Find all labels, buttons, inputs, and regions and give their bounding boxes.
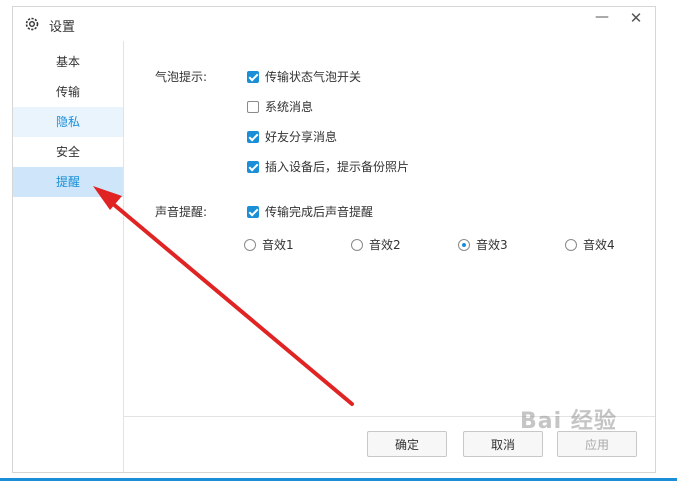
ok-button[interactable]: 确定: [367, 431, 447, 457]
checkbox-icon: [247, 100, 259, 113]
checkbox-icon: [247, 70, 259, 83]
bubble-transfer-status-checkbox[interactable]: 传输状态气泡开关: [247, 68, 361, 85]
radio-icon: [458, 238, 470, 251]
radio-label: 音效1: [262, 238, 294, 252]
radio-icon: [351, 238, 363, 251]
checkbox-label: 好友分享消息: [265, 130, 338, 144]
settings-sidebar: 基本 传输 隐私 安全 提醒: [13, 41, 124, 472]
sound-section-label: 声音提醒:: [155, 205, 208, 219]
radio-label: 音效4: [583, 238, 615, 252]
checkbox-label: 传输完成后声音提醒: [265, 205, 374, 219]
sidebar-item-transfer[interactable]: 传输: [13, 77, 123, 107]
sound-effect-4-radio[interactable]: 音效4: [565, 236, 615, 253]
sound-effect-2-radio[interactable]: 音效2: [351, 236, 401, 253]
checkbox-label: 插入设备后，提示备份照片: [265, 160, 410, 174]
sidebar-item-privacy[interactable]: 隐私: [13, 107, 123, 137]
close-button[interactable]: ✕: [621, 9, 651, 31]
settings-content: 气泡提示: 传输状态气泡开关 系统消息 好友分享消息 插入设备后，提示备份照片 …: [124, 41, 655, 418]
bubble-section-label: 气泡提示:: [155, 70, 208, 84]
radio-label: 音效3: [476, 238, 508, 252]
sound-effect-1-radio[interactable]: 音效1: [244, 236, 294, 253]
checkbox-label: 传输状态气泡开关: [265, 70, 362, 84]
gear-icon: [25, 17, 39, 31]
radio-icon: [565, 238, 577, 251]
title-bar: 设置 — ✕: [13, 7, 655, 41]
checkbox-icon: [247, 130, 259, 143]
checkbox-label: 系统消息: [265, 100, 314, 114]
radio-label: 音效2: [369, 238, 401, 252]
sidebar-item-security[interactable]: 安全: [13, 137, 123, 167]
bubble-backup-photos-checkbox[interactable]: 插入设备后，提示备份照片: [247, 158, 409, 175]
watermark: Bai 经验: [520, 409, 617, 434]
close-icon: ✕: [629, 9, 643, 27]
sidebar-item-reminder[interactable]: 提醒: [13, 167, 123, 197]
sound-transfer-complete-checkbox[interactable]: 传输完成后声音提醒: [247, 203, 373, 220]
sidebar-item-basic[interactable]: 基本: [13, 47, 123, 77]
radio-icon: [244, 238, 256, 251]
sound-effect-3-radio[interactable]: 音效3: [458, 236, 508, 253]
window-title: 设置: [49, 20, 76, 35]
minimize-button[interactable]: —: [587, 9, 617, 31]
checkbox-icon: [247, 160, 259, 173]
bubble-friend-share-checkbox[interactable]: 好友分享消息: [247, 128, 337, 145]
bubble-system-message-checkbox[interactable]: 系统消息: [247, 98, 313, 115]
minimize-icon: —: [595, 9, 609, 25]
checkbox-icon: [247, 205, 259, 218]
